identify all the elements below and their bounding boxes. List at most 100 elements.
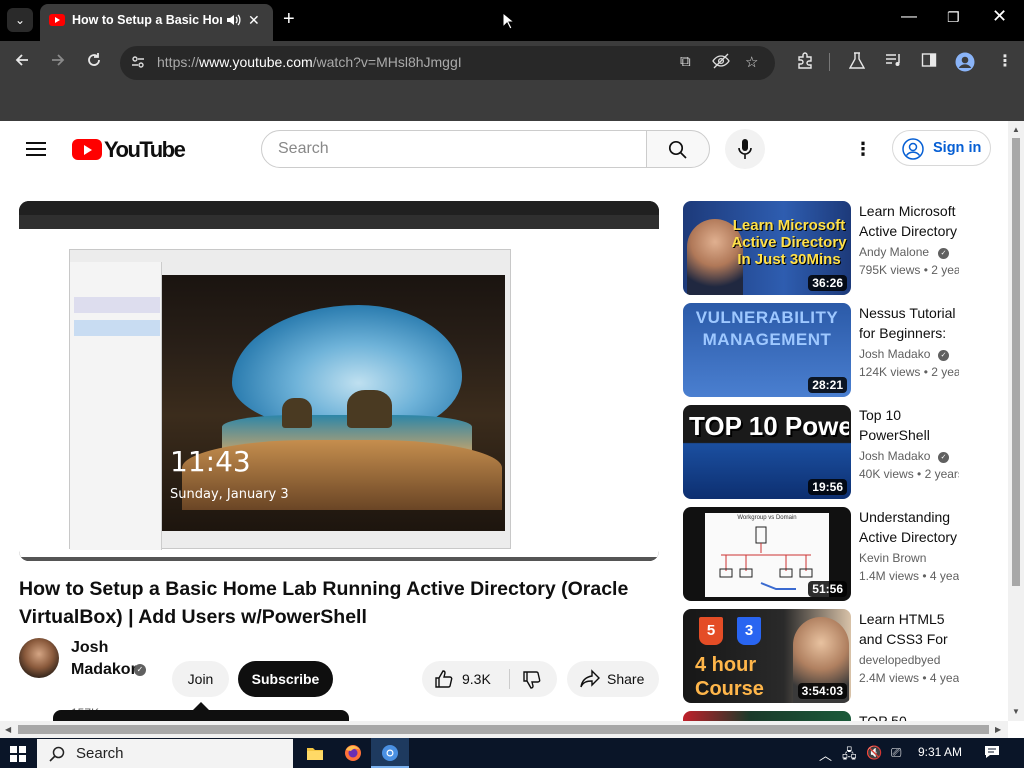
recommended-video[interactable]: Workgroup vs Domain 51:56 Understanding … (683, 507, 973, 601)
search-box[interactable] (261, 130, 647, 168)
video-thumbnail[interactable]: 5 3 4 hour Course 3:54:03 (683, 609, 851, 703)
firefox-icon[interactable] (334, 738, 372, 768)
rock-left (282, 398, 312, 428)
extensions-puzzle-icon[interactable] (796, 52, 814, 76)
video-progress-bar[interactable] (19, 557, 659, 561)
search-input[interactable] (278, 139, 628, 159)
rec-channel[interactable]: Josh Madakor (859, 449, 931, 463)
browser-tab-active[interactable]: How to Setup a Basic Home Lab Running Ac… (40, 4, 273, 41)
recommended-video[interactable]: TOP 50 (683, 711, 973, 721)
sign-in-button[interactable]: Sign in (892, 130, 991, 166)
search-button[interactable] (646, 130, 710, 168)
video-thumbnail[interactable]: VULNERABILITY MANAGEMENT 28:21 (683, 303, 851, 397)
video-thumbnail[interactable]: Learn Microsoft Active Directory In Just… (683, 201, 851, 295)
windows-taskbar: Search ︿ 🖧 🔇 ⎚ 9:31 AM (0, 738, 1024, 768)
side-panel-icon[interactable] (921, 52, 937, 74)
taskbar-search-box[interactable]: Search (37, 739, 293, 768)
duration-badge: 51:56 (808, 581, 847, 597)
windows-start-icon[interactable] (10, 746, 26, 762)
youtube-favicon-icon (49, 14, 65, 26)
bookmark-star-icon[interactable]: ☆ (745, 53, 758, 71)
reload-icon[interactable] (86, 52, 102, 74)
rec-title[interactable]: Learn Microsoft Active Directory (ADDS) … (859, 201, 969, 241)
browser-menu-icon[interactable]: ⋮ (997, 52, 1013, 72)
tray-chevron-up-icon[interactable]: ︿ (819, 745, 832, 764)
network-icon[interactable]: 🖧 (842, 745, 857, 767)
forward-arrow-icon[interactable] (50, 52, 66, 74)
vertical-scrollbar[interactable]: ▲ ▼ (1008, 121, 1024, 721)
rec-title[interactable]: Learn HTML5 and CSS3 For Beginners - Cra… (859, 609, 969, 649)
join-button[interactable]: Join (172, 661, 229, 697)
rec-channel[interactable]: Kevin Brown (859, 551, 959, 565)
minimize-button[interactable]: ― (901, 8, 917, 26)
verified-check-icon: ✓ (134, 664, 146, 676)
like-count: 9.3K (462, 671, 491, 687)
hamburger-menu-icon[interactable] (26, 142, 46, 156)
labs-flask-icon[interactable] (848, 52, 866, 76)
chrome-icon[interactable] (371, 738, 409, 768)
rec-title[interactable]: Nessus Tutorial for Beginners: Vulnerabi… (859, 303, 969, 343)
new-tab-button[interactable]: + (283, 9, 295, 29)
vbox-tools-item (74, 272, 160, 288)
like-dislike-group: 9.3K (422, 661, 557, 697)
rec-channel[interactable]: Andy Malone MVP (859, 245, 931, 259)
recommended-video[interactable]: VULNERABILITY MANAGEMENT 28:21 Nessus Tu… (683, 303, 973, 397)
recommended-video[interactable]: Learn Microsoft Active Directory In Just… (683, 201, 973, 295)
rec-title[interactable]: Top 10 PowerShell Commands for Beginners (859, 405, 969, 445)
vertical-scroll-thumb[interactable] (1012, 138, 1020, 586)
close-window-button[interactable]: ✕ (992, 6, 1007, 27)
youtube-logo[interactable]: YouTube (72, 137, 186, 163)
video-thumbnail[interactable]: TOP 10 PowerShell Commands 19:56 (683, 405, 851, 499)
youtube-play-logo-icon (72, 139, 102, 160)
horizontal-scroll-thumb[interactable] (18, 725, 989, 734)
subscribe-button[interactable]: Subscribe (238, 661, 333, 697)
profile-avatar-icon[interactable] (955, 52, 975, 78)
microphone-icon (738, 139, 752, 159)
horizontal-scrollbar[interactable]: ◀ ▶ (0, 721, 1008, 738)
notifications-icon[interactable] (984, 745, 1000, 762)
search-icon (49, 746, 65, 762)
scroll-up-arrow-icon[interactable]: ▲ (1012, 125, 1020, 134)
thumbnail-text: Workgroup vs Domain (737, 515, 797, 521)
settings-more-icon[interactable]: ⋮ (853, 137, 873, 161)
rec-title[interactable]: TOP 50 (859, 711, 969, 721)
duration-badge: 19:56 (808, 479, 847, 495)
share-button[interactable]: Share (567, 661, 659, 697)
rec-views: 2.4M views • 4 years ago (859, 671, 959, 685)
video-title: How to Setup a Basic Home Lab Running Ac… (19, 578, 629, 628)
share-label: Share (607, 671, 645, 687)
dislike-button[interactable] (510, 661, 557, 697)
video-thumbnail[interactable] (683, 711, 851, 721)
recommended-video[interactable]: TOP 10 PowerShell Commands 19:56 Top 10 … (683, 405, 973, 499)
back-arrow-icon[interactable] (14, 52, 30, 74)
cast-icon[interactable]: ⧉ (680, 53, 691, 70)
site-info-icon[interactable] (130, 54, 146, 73)
speaker-icon[interactable] (225, 12, 241, 31)
recommended-video[interactable]: 5 3 4 hour Course 3:54:03 Learn HTML5 an… (683, 609, 973, 703)
toolbar-separator (829, 53, 830, 71)
address-bar[interactable]: https://www.youtube.com/watch?v=MHsl8hJm… (120, 46, 775, 80)
scroll-down-arrow-icon[interactable]: ▼ (1012, 707, 1020, 716)
restore-button[interactable]: ❐ (947, 9, 960, 26)
scroll-right-arrow-icon[interactable]: ▶ (995, 725, 1001, 734)
video-player[interactable]: 11:43 Sunday, January 3 (19, 201, 659, 561)
tab-title: How to Setup a Basic Home Lab Running Ac… (72, 13, 222, 27)
taskbar-clock[interactable]: 9:31 AM (918, 745, 962, 759)
file-explorer-icon[interactable] (296, 738, 334, 768)
media-control-icon[interactable] (885, 52, 903, 74)
rec-title[interactable]: Understanding Active Directory and Group… (859, 507, 969, 547)
volume-muted-icon[interactable]: 🔇 (866, 745, 882, 761)
network-diagram-image (719, 526, 813, 590)
channel-avatar[interactable] (19, 638, 59, 678)
scroll-left-arrow-icon[interactable]: ◀ (5, 725, 11, 734)
eye-slash-icon[interactable] (712, 53, 730, 73)
video-thumbnail[interactable]: Workgroup vs Domain 51:56 (683, 507, 851, 601)
rec-channel[interactable]: Josh Madakor (859, 347, 931, 361)
tab-search-button[interactable]: ⌄ (7, 8, 33, 32)
tab-close-icon[interactable]: ✕ (248, 12, 260, 29)
rec-channel[interactable]: developedbyed (859, 653, 959, 667)
display-icon[interactable]: ⎚ (891, 745, 901, 761)
channel-name[interactable]: Josh Madakor (71, 637, 137, 681)
like-button[interactable]: 9.3K (422, 661, 510, 697)
voice-search-button[interactable] (725, 129, 765, 169)
